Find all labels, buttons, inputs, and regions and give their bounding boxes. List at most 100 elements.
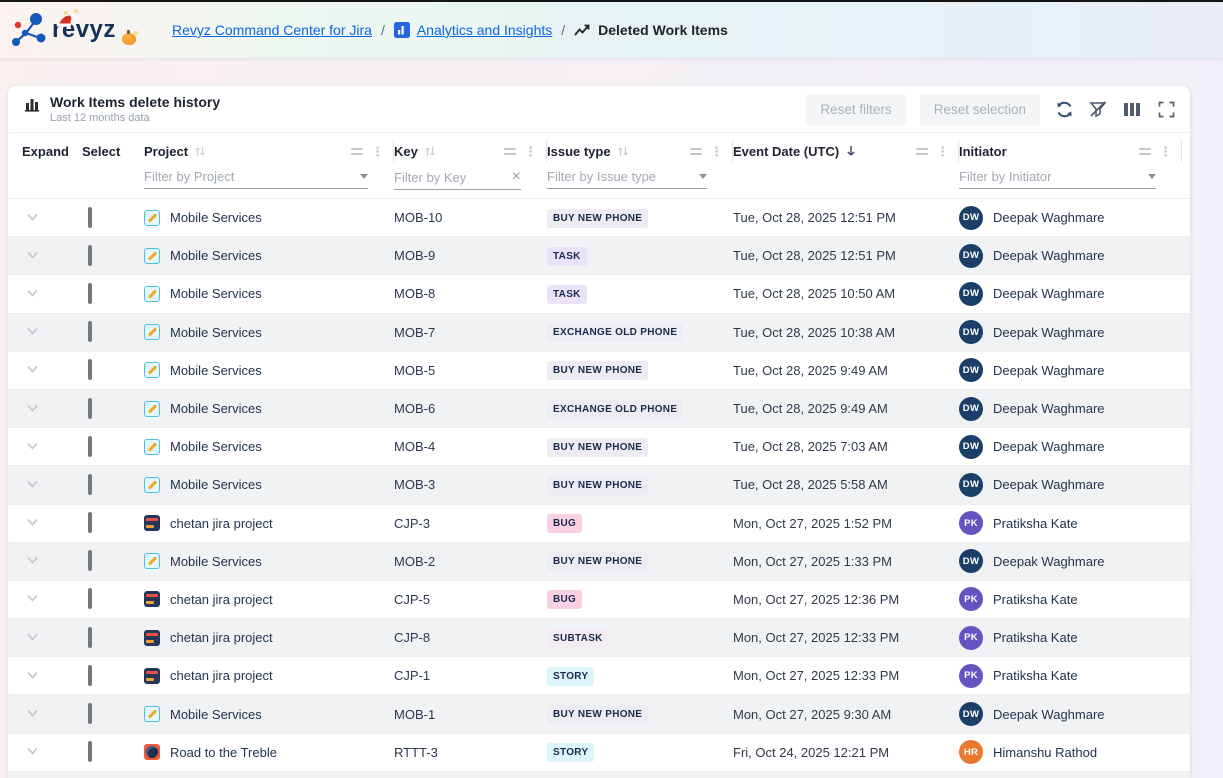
column-resize-icon[interactable] <box>690 148 702 155</box>
column-label: Issue type <box>547 144 611 159</box>
table-row[interactable]: Mobile Services MOB-4 BUY NEW PHONE Tue,… <box>8 427 1190 465</box>
expand-chevron-icon[interactable] <box>26 403 39 413</box>
expand-chevron-icon[interactable] <box>26 517 39 527</box>
refresh-icon[interactable] <box>1054 99 1074 119</box>
columns-icon[interactable] <box>1122 99 1142 119</box>
column-menu-icon[interactable]: ⋮ <box>710 145 723 158</box>
issue-key: MOB-6 <box>394 401 547 416</box>
project-icon <box>144 515 160 531</box>
table-row[interactable]: chetan jira project CJP-8 SUBTASK Mon, O… <box>8 618 1190 656</box>
sort-icon[interactable] <box>617 145 629 158</box>
row-checkbox[interactable] <box>88 283 92 304</box>
breadcrumb-analytics[interactable]: Analytics and Insights <box>394 22 552 38</box>
chevron-down-icon[interactable] <box>699 174 707 179</box>
event-date: Mon, Oct 27, 2025 1:33 PM <box>733 554 959 569</box>
filter-off-icon[interactable] <box>1088 99 1108 119</box>
project-filter[interactable] <box>144 169 368 189</box>
project-icon <box>144 706 160 722</box>
table-row[interactable]: Mobile Services MOB-6 EXCHANGE OLD PHONE… <box>8 389 1190 427</box>
breadcrumb-command-center-link[interactable]: Revyz Command Center for Jira <box>172 22 372 38</box>
table-row[interactable]: Mobile Services MOB-10 BUY NEW PHONE Tue… <box>8 198 1190 236</box>
expand-chevron-icon[interactable] <box>26 632 39 642</box>
reset-selection-button[interactable]: Reset selection <box>920 94 1040 125</box>
row-checkbox[interactable] <box>88 665 92 686</box>
sort-icon[interactable] <box>194 145 206 158</box>
column-label: Initiator <box>959 144 1007 159</box>
row-checkbox[interactable] <box>88 245 92 266</box>
fullscreen-icon[interactable] <box>1156 99 1176 119</box>
chevron-down-icon[interactable] <box>360 174 368 179</box>
row-checkbox[interactable] <box>88 627 92 648</box>
expand-chevron-icon[interactable] <box>26 746 39 756</box>
sort-icon[interactable] <box>424 145 436 158</box>
row-checkbox[interactable] <box>88 703 92 724</box>
column-menu-icon[interactable]: ⋮ <box>524 145 537 158</box>
column-menu-icon[interactable]: ⋮ <box>936 145 949 158</box>
column-header-expand: Expand <box>22 133 82 169</box>
row-checkbox[interactable] <box>88 436 92 457</box>
project-icon <box>144 248 160 264</box>
row-checkbox[interactable] <box>88 474 92 495</box>
column-menu-icon[interactable]: ⋮ <box>371 145 384 158</box>
sort-desc-icon[interactable] <box>845 144 857 158</box>
column-header-initiator[interactable]: Initiator ⋮ <box>959 133 1182 169</box>
row-checkbox[interactable] <box>88 359 92 380</box>
column-resize-icon[interactable] <box>916 148 928 155</box>
table-row[interactable]: chetan jira project CJP-1 STORY Mon, Oct… <box>8 656 1190 694</box>
reset-filters-button[interactable]: Reset filters <box>806 94 905 125</box>
row-checkbox[interactable] <box>88 398 92 419</box>
column-menu-icon[interactable]: ⋮ <box>1159 145 1172 158</box>
expand-chevron-icon[interactable] <box>26 441 39 451</box>
column-resize-icon[interactable] <box>1139 148 1151 155</box>
initiator-name: Pratiksha Kate <box>993 668 1078 683</box>
project-filter-input[interactable] <box>144 169 356 184</box>
key-filter-input[interactable] <box>394 170 508 185</box>
issue-type-badge: EXCHANGE OLD PHONE <box>547 400 683 419</box>
expand-chevron-icon[interactable] <box>26 479 39 489</box>
chevron-down-icon[interactable] <box>1148 174 1156 179</box>
table-row[interactable]: Mobile Services MOB-3 BUY NEW PHONE Tue,… <box>8 465 1190 503</box>
table-row[interactable]: chetan jira project CJP-5 BUG Mon, Oct 2… <box>8 580 1190 618</box>
event-date: Mon, Oct 27, 2025 12:36 PM <box>733 592 959 607</box>
table-row[interactable]: Mobile Services MOB-7 EXCHANGE OLD PHONE… <box>8 313 1190 351</box>
issue-type-filter-input[interactable] <box>547 169 695 184</box>
row-checkbox[interactable] <box>88 512 92 533</box>
breadcrumb-analytics-link[interactable]: Analytics and Insights <box>417 22 552 38</box>
initiator-filter[interactable] <box>959 169 1156 189</box>
table-row[interactable]: Mobile Services MOB-9 TASK Tue, Oct 28, … <box>8 236 1190 274</box>
row-checkbox[interactable] <box>88 321 92 342</box>
card-header: Work Items delete history Last 12 months… <box>8 86 1190 133</box>
expand-chevron-icon[interactable] <box>26 708 39 718</box>
expand-chevron-icon[interactable] <box>26 326 39 336</box>
table-row[interactable]: Mobile Services MOB-8 TASK Tue, Oct 28, … <box>8 274 1190 312</box>
column-resize-icon[interactable] <box>351 148 363 155</box>
table-row[interactable]: Mobile Services MOB-1 BUY NEW PHONE Mon,… <box>8 694 1190 732</box>
table-row[interactable]: Mobile Services MOB-2 BUY NEW PHONE Mon,… <box>8 542 1190 580</box>
clear-icon[interactable]: × <box>512 169 521 185</box>
row-checkbox[interactable] <box>88 741 92 762</box>
initiator-filter-input[interactable] <box>959 169 1144 184</box>
key-filter[interactable]: × <box>394 169 521 190</box>
issue-type-badge: BUY NEW PHONE <box>547 705 648 724</box>
table-row[interactable]: Road to the Treble RTTT-3 STORY Fri, Oct… <box>8 733 1190 771</box>
row-checkbox[interactable] <box>88 588 92 609</box>
column-header-project[interactable]: Project ⋮ <box>144 133 394 169</box>
row-checkbox[interactable] <box>88 207 92 228</box>
row-checkbox[interactable] <box>88 550 92 571</box>
card-title-block: Work Items delete history Last 12 months… <box>24 94 220 124</box>
expand-chevron-icon[interactable] <box>26 670 39 680</box>
expand-chevron-icon[interactable] <box>26 555 39 565</box>
table-row[interactable]: chetan jira project CJP-3 BUG Mon, Oct 2… <box>8 504 1190 542</box>
expand-chevron-icon[interactable] <box>26 593 39 603</box>
initiator-name: Deepak Waghmare <box>993 477 1105 492</box>
expand-chevron-icon[interactable] <box>26 364 39 374</box>
column-header-issue-type[interactable]: Issue type ⋮ <box>547 133 733 169</box>
table-row[interactable]: Mobile Services MOB-5 BUY NEW PHONE Tue,… <box>8 351 1190 389</box>
issue-type-filter[interactable] <box>547 169 707 189</box>
column-resize-icon[interactable] <box>504 148 516 155</box>
expand-chevron-icon[interactable] <box>26 250 39 260</box>
expand-chevron-icon[interactable] <box>26 212 39 222</box>
expand-chevron-icon[interactable] <box>26 288 39 298</box>
column-header-event-date[interactable]: Event Date (UTC) ⋮ <box>733 133 959 169</box>
column-header-key[interactable]: Key ⋮ <box>394 133 547 169</box>
